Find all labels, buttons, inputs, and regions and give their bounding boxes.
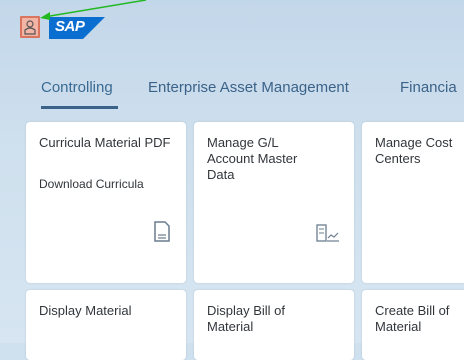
tab-financia[interactable]: Financia — [400, 79, 457, 96]
account-chart-icon — [316, 224, 339, 242]
document-icon — [154, 221, 170, 242]
tile-display-material[interactable]: Display Material — [26, 290, 186, 360]
tile-title: Create Bill of Material — [375, 303, 450, 334]
logo-text: SAP — [55, 18, 85, 35]
sap-logo[interactable]: SAP — [49, 17, 105, 39]
tile-title: Display Material — [39, 303, 132, 318]
user-menu-button[interactable] — [20, 16, 40, 38]
tile-create-bill-of-material[interactable]: Create Bill of Material — [362, 290, 464, 360]
tile-curricula-material-pdf[interactable]: Curricula Material PDF Download Curricul… — [26, 122, 186, 283]
tile-manage-gl-account-master-data[interactable]: Manage G/L Account Master Data — [194, 122, 354, 283]
active-tab-indicator — [41, 106, 118, 109]
shell-header: SAP — [0, 0, 464, 60]
tab-enterprise-asset-management[interactable]: Enterprise Asset Management — [148, 79, 349, 96]
tile-title: Display Bill of Material — [207, 303, 286, 334]
tile-display-bill-of-material[interactable]: Display Bill of Material — [194, 290, 354, 360]
group-tab-bar: Controlling Enterprise Asset Management … — [0, 68, 464, 110]
tile-title: Curricula Material PDF — [39, 135, 171, 150]
tile-manage-cost-centers[interactable]: Manage Cost Centers — [362, 122, 464, 283]
user-icon — [24, 20, 36, 35]
tile-title: Manage Cost Centers — [375, 135, 453, 166]
tile-subtitle: Download Curricula — [39, 177, 144, 191]
tile-title: Manage G/L Account Master Data — [207, 135, 298, 182]
tab-controlling[interactable]: Controlling — [41, 79, 113, 96]
